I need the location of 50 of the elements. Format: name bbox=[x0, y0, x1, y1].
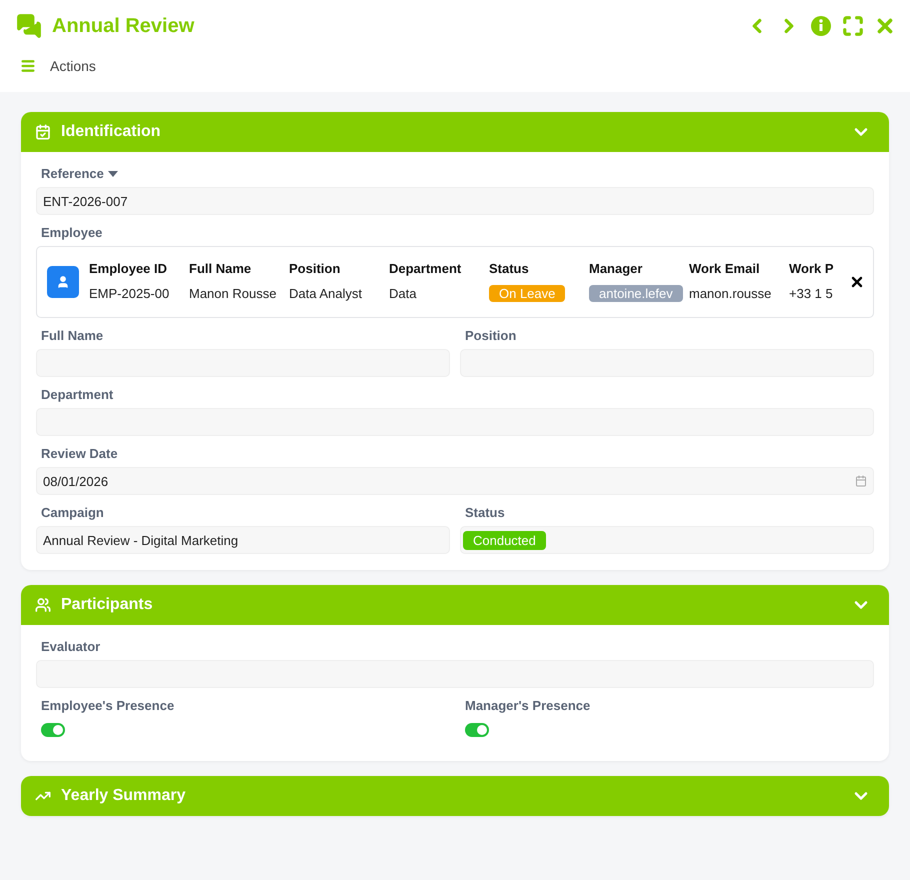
field-label: Review Date bbox=[40, 446, 119, 461]
table-cell: Manon Rousse bbox=[189, 286, 276, 301]
table-cell: +33 1 5 bbox=[789, 286, 833, 301]
field-label: Employee's Presence bbox=[40, 698, 176, 713]
field-label: Manager's Presence bbox=[464, 698, 592, 713]
section-title: Yearly Summary bbox=[61, 787, 187, 805]
table-cell: manon.rousse bbox=[689, 286, 772, 301]
table-cell: Data bbox=[389, 286, 416, 301]
section-title: Identification bbox=[61, 123, 162, 141]
date-field[interactable]: 08/01/2026 bbox=[36, 467, 874, 495]
section-title: Participants bbox=[61, 596, 154, 614]
info-button[interactable] bbox=[810, 15, 832, 37]
field-label: Employee bbox=[40, 225, 104, 240]
chat-icon bbox=[16, 13, 42, 39]
employee-card[interactable]: Employee ID EMP-2025-00 Full Name Manon Rousse Position Data Analyst Department Data Status On Leave Manager antoine.lefev Work Email manon.rousse Work P +33 1 5 bbox=[36, 246, 874, 318]
field-label: Evaluator bbox=[40, 639, 102, 654]
field-label: Campaign bbox=[40, 505, 105, 520]
caret-icon bbox=[108, 170, 118, 176]
calendar-icon[interactable] bbox=[855, 475, 867, 487]
status-badge: On Leave bbox=[489, 285, 566, 302]
close-button[interactable] bbox=[849, 274, 865, 290]
input-field[interactable]: Annual Review - Digital Marketing bbox=[36, 526, 450, 554]
field-label: Reference bbox=[36, 166, 874, 181]
status-badge: antoine.lefev bbox=[589, 285, 683, 302]
status-badge: Conducted bbox=[463, 530, 546, 550]
users-icon bbox=[35, 597, 51, 613]
user-icon bbox=[47, 266, 79, 298]
field-label: Department bbox=[40, 387, 114, 402]
menu-icon[interactable] bbox=[20, 58, 36, 74]
actions-menu[interactable]: Actions bbox=[50, 58, 96, 74]
column-heading: Position bbox=[289, 260, 342, 276]
column-heading: Work Email bbox=[689, 260, 761, 276]
table-cell: EMP-2025-00 bbox=[89, 286, 170, 301]
column-heading: Manager bbox=[589, 260, 644, 276]
field-label: Status bbox=[464, 505, 506, 520]
calendar-check-icon bbox=[35, 124, 51, 140]
column-heading: Employee ID bbox=[89, 260, 168, 276]
column-heading: Work P bbox=[789, 260, 835, 276]
table-cell: Data Analyst bbox=[289, 286, 362, 301]
toggle-switch[interactable] bbox=[41, 723, 65, 737]
fullscreen-button[interactable] bbox=[842, 15, 864, 37]
field-label: Position bbox=[464, 328, 518, 343]
column-heading: Full Name bbox=[189, 260, 252, 276]
date-value: 08/01/2026 bbox=[43, 474, 108, 488]
toggle-switch[interactable] bbox=[465, 723, 489, 737]
column-heading: Status bbox=[489, 260, 530, 276]
window-title: Annual Review bbox=[52, 14, 196, 38]
input-field[interactable]: ENT-2026-007 bbox=[36, 187, 874, 215]
column-heading: Department bbox=[389, 260, 462, 276]
field-label: Full Name bbox=[40, 328, 104, 343]
